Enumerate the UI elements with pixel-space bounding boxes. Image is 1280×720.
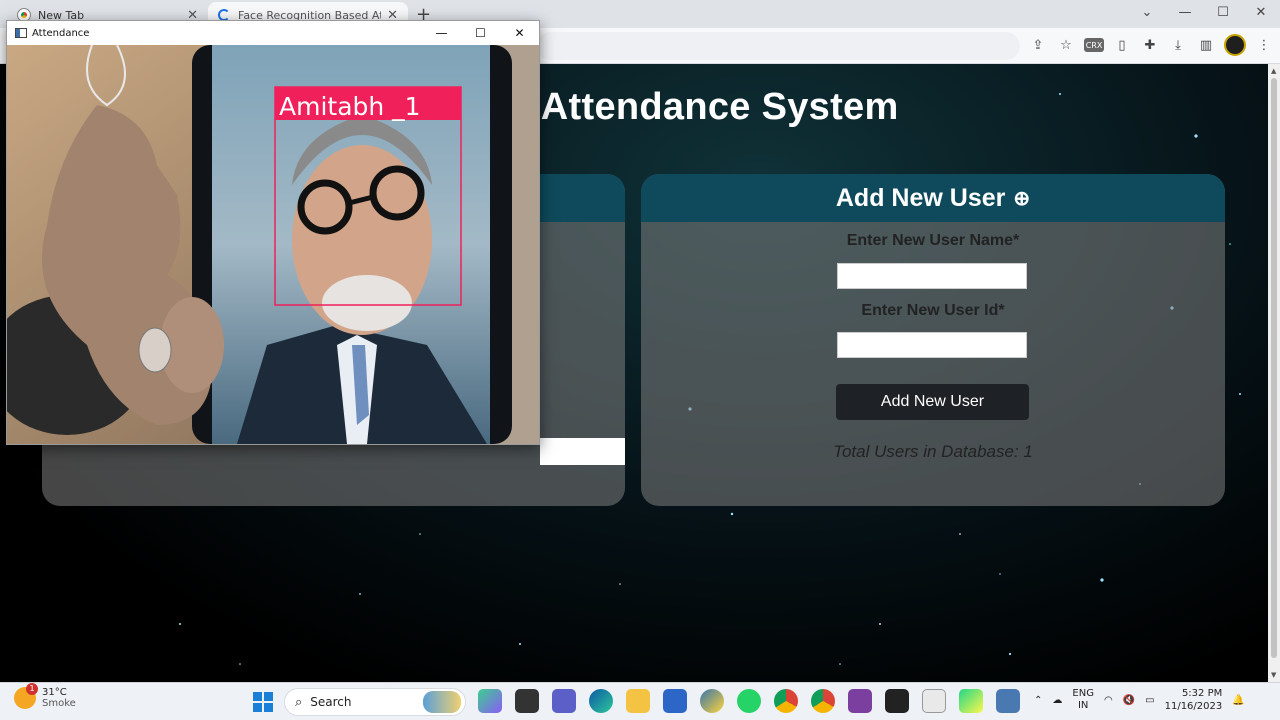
new-user-id-label: Enter New User Id* <box>861 302 1005 319</box>
teams-icon[interactable] <box>552 689 576 713</box>
minimize-button[interactable]: — <box>422 26 461 40</box>
system-tray: ⌃ ☁ ENG IN ◠ 🔇 ▭ 5:32 PM 11/16/2023 🔔 <box>1034 687 1245 713</box>
maximize-button[interactable]: ☐ <box>461 26 500 40</box>
battery-icon[interactable]: ▭ <box>1145 695 1154 706</box>
page-scrollbar[interactable]: ▲ ▼ <box>1268 64 1280 682</box>
taskbar-search[interactable]: ⌕ Search <box>284 688 466 716</box>
store-icon[interactable] <box>663 689 687 713</box>
weather-icon: 1 <box>14 683 38 709</box>
new-user-name-label: Enter New User Name* <box>846 232 1020 249</box>
menu-icon[interactable]: ⋮ <box>1254 35 1274 55</box>
weather-widget[interactable]: 1 31°C Smoke <box>14 683 76 709</box>
file-explorer-icon[interactable] <box>626 689 650 713</box>
left-panel-input[interactable] <box>540 438 625 465</box>
github-icon[interactable] <box>885 689 909 713</box>
scrollbar-thumb[interactable] <box>1271 78 1277 658</box>
chevron-down-icon[interactable]: ⌄ <box>1128 0 1166 28</box>
camera-frame: Amitabh _1 <box>7 45 539 444</box>
wifi-icon[interactable]: ◠ <box>1104 695 1113 706</box>
search-placeholder: Search <box>310 695 352 709</box>
star-icon[interactable]: ☆ <box>1056 35 1076 55</box>
puzzle-icon[interactable]: ✚ <box>1140 35 1160 55</box>
scroll-up-icon[interactable]: ▲ <box>1271 67 1276 75</box>
panel-title: Add New User <box>835 183 1006 212</box>
chrome-profile-icon[interactable] <box>811 689 835 713</box>
taskbar-apps <box>478 689 1020 713</box>
add-new-user-panel: Add New User ⊕ Enter New User Name* Ente… <box>641 174 1225 506</box>
maximize-button[interactable]: ☐ <box>1204 0 1242 28</box>
extension-icon[interactable]: ▯ <box>1112 35 1132 55</box>
avatar[interactable] <box>1224 34 1246 56</box>
download-icon[interactable]: ⤓ <box>1168 35 1188 55</box>
volume-muted-icon[interactable]: 🔇 <box>1123 695 1135 706</box>
add-user-icon: ⊕ <box>1013 187 1031 210</box>
language-indicator[interactable]: ENG IN <box>1072 688 1094 712</box>
search-icon: ⌕ <box>295 694 303 710</box>
new-user-id-input[interactable] <box>837 332 1027 358</box>
notification-badge: 1 <box>26 683 38 695</box>
camera-feed: Amitabh _1 <box>7 45 539 444</box>
close-button[interactable]: ✕ <box>1242 0 1280 28</box>
window-title: Attendance <box>32 27 90 39</box>
task-view-icon[interactable] <box>515 689 539 713</box>
pycharm-icon[interactable] <box>959 689 983 713</box>
media-icon[interactable] <box>848 689 872 713</box>
taskbar: 1 31°C Smoke ⌕ Search ⌃ ☁ ENG IN ◠ 🔇 ▭ 5… <box>0 682 1280 720</box>
panel-header: Add New User ⊕ <box>641 174 1225 222</box>
add-new-user-button[interactable]: Add New User <box>836 384 1029 420</box>
window-icon <box>15 28 27 38</box>
crx-icon[interactable]: CRX <box>1084 38 1104 52</box>
browser-window-controls: ⌄ — ☐ ✕ <box>1128 0 1280 28</box>
python-icon[interactable] <box>700 689 724 713</box>
total-users-text: Total Users in Database: 1 <box>833 442 1033 461</box>
scroll-down-icon[interactable]: ▼ <box>1271 671 1276 679</box>
windows-start-icon[interactable] <box>253 692 273 712</box>
notification-bell-icon[interactable]: 🔔 <box>1232 695 1244 706</box>
share-icon[interactable]: ⇪ <box>1028 35 1048 55</box>
attendance-window[interactable]: Attendance — ☐ ✕ Amitabh _1 <box>6 20 540 445</box>
attendance-titlebar[interactable]: Attendance — ☐ ✕ <box>7 21 539 45</box>
address-bar[interactable] <box>536 32 1020 60</box>
edge-icon[interactable] <box>589 689 613 713</box>
close-button[interactable]: ✕ <box>500 26 539 40</box>
minimize-button[interactable]: — <box>1166 0 1204 28</box>
snipping-tool-icon[interactable] <box>922 689 946 713</box>
new-user-name-input[interactable] <box>837 263 1027 289</box>
search-highlight-icon <box>423 691 461 713</box>
weather-desc: Smoke <box>42 698 76 709</box>
onedrive-icon[interactable]: ☁ <box>1052 695 1062 706</box>
chevron-up-icon[interactable]: ⌃ <box>1034 695 1042 706</box>
weather-temp: 31°C <box>42 687 67 698</box>
sidepanel-icon[interactable]: ▥ <box>1196 35 1216 55</box>
face-label: Amitabh _1 <box>279 92 421 121</box>
copilot-icon[interactable] <box>478 689 502 713</box>
chrome-icon[interactable] <box>774 689 798 713</box>
whatsapp-icon[interactable] <box>737 689 761 713</box>
python-window-icon[interactable] <box>996 689 1020 713</box>
clock[interactable]: 5:32 PM 11/16/2023 <box>1165 687 1223 713</box>
